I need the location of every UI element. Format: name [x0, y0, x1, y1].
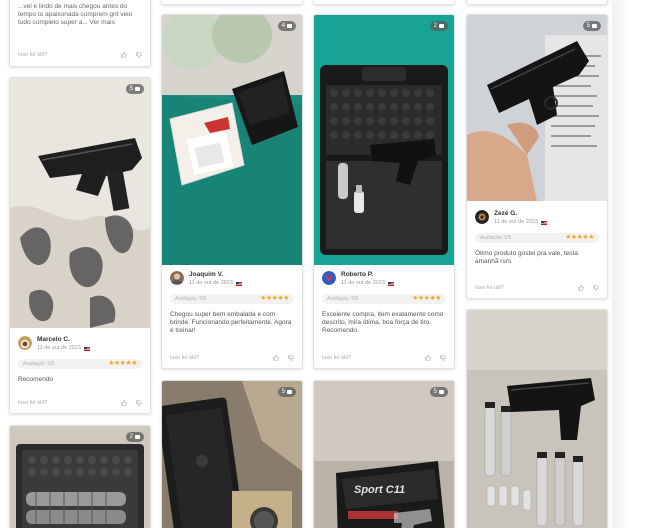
photo-count-badge: 4: [277, 21, 296, 31]
thumbs-down-icon[interactable]: [136, 52, 142, 58]
helpful-question: Isso foi útil?: [475, 285, 505, 291]
reviewer-name: Roberto P.: [341, 271, 374, 278]
review-text: Ótimo produto gostei pra vale, testa ama…: [475, 250, 578, 265]
camera-icon: [135, 435, 140, 439]
reviews-gallery: ...vel e lindo de mais chegou antes do t…: [0, 0, 620, 528]
review-card-2[interactable]: 5 Marcelo C. 11 de out de 2023 Avaliação…: [9, 77, 151, 414]
review-card-partial: [466, 0, 608, 5]
thumbs-up-icon[interactable]: [121, 400, 127, 406]
thumbs-up-icon[interactable]: [121, 52, 127, 58]
review-photo[interactable]: [162, 15, 302, 265]
scroll-edge-shadow: [612, 0, 654, 528]
review-date: 11 de out de 2023: [37, 345, 81, 351]
camera-icon: [439, 390, 444, 394]
review-date: 11 de out de 2023: [341, 280, 385, 286]
thumbs-down-icon[interactable]: [440, 355, 446, 361]
avatar: [475, 210, 489, 224]
flag-icon: [235, 281, 242, 286]
photo-count-badge: 5: [277, 387, 296, 397]
review-card-9[interactable]: [466, 309, 608, 528]
rating-bar: Avaliação: 5/5 ★★★★★: [18, 359, 142, 369]
rating-label: Avaliação: 5/5: [23, 361, 55, 367]
camera-icon: [592, 24, 597, 28]
avatar: [170, 271, 184, 285]
review-date: 11 de out de 2023: [494, 219, 538, 225]
thumbs-up-icon[interactable]: [578, 285, 584, 291]
photo-count-badge: 5: [429, 387, 448, 397]
review-text: Recomendo: [18, 376, 54, 383]
photo-count-badge: 5: [125, 84, 144, 94]
review-card-partial: [313, 0, 455, 5]
thumbs-up-icon[interactable]: [425, 355, 431, 361]
review-card-3[interactable]: 2: [9, 425, 151, 528]
reviewer-name: Marcelo C.: [37, 336, 70, 343]
photo-count-badge: 2: [125, 432, 144, 442]
rating-label: Avaliação: 5/5: [175, 296, 207, 302]
thumbs-down-icon[interactable]: [136, 400, 142, 406]
flag-icon: [387, 281, 394, 286]
flag-icon: [83, 346, 90, 351]
review-date: 11 de out de 2023: [189, 280, 233, 286]
rating-label: Avaliação: 5/5: [480, 235, 512, 241]
helpful-question: Isso foi útil?: [322, 355, 352, 361]
thumbs-down-icon[interactable]: [593, 285, 599, 291]
rating-bar: Avaliação: 5/5 ★★★★★: [170, 294, 294, 304]
helpful-question: Isso foi útil?: [18, 400, 48, 406]
box-brand-text: Sport C11: [354, 484, 405, 496]
review-photo[interactable]: [314, 15, 454, 265]
reviewer-name: Zezé G.: [494, 210, 518, 217]
rating-label: Avaliação: 5/5: [327, 296, 359, 302]
camera-icon: [439, 24, 444, 28]
review-card-8[interactable]: 5 Zezé G. 11 de out de 2023 Avaliação: 5…: [466, 14, 608, 299]
camera-icon: [135, 87, 140, 91]
stars: ★★★★★: [260, 295, 289, 302]
photo-count-badge: 5: [582, 21, 601, 31]
review-card-partial: [161, 0, 303, 5]
helpful-question: Isso foi útil?: [18, 52, 48, 58]
rating-bar: Avaliação: 5/5 ★★★★★: [475, 233, 599, 243]
review-text: Chegou super bem embalada e com brinde. …: [170, 311, 292, 334]
stars: ★★★★★: [565, 234, 594, 241]
review-card-6[interactable]: 2 Roberto P. 11 de out de 2023 Avaliação…: [313, 14, 455, 369]
photo-count-badge: 2: [429, 21, 448, 31]
avatar: [322, 271, 336, 285]
avatar: [18, 336, 32, 350]
stars: ★★★★★: [108, 360, 137, 367]
review-photo[interactable]: [162, 381, 302, 528]
reviewer-name: Joaquim V.: [189, 271, 224, 278]
camera-icon: [287, 24, 292, 28]
review-card-5[interactable]: 5: [161, 380, 303, 528]
review-card-7[interactable]: Sport C11 5: [313, 380, 455, 528]
review-text: Excelente compra, item exatamente como d…: [322, 311, 444, 334]
review-card-1[interactable]: ...vel e lindo de mais chegou antes do t…: [9, 0, 151, 67]
review-text: ...vel e lindo de mais chegou antes do t…: [18, 3, 133, 26]
camera-icon: [287, 390, 292, 394]
thumbs-up-icon[interactable]: [273, 355, 279, 361]
stars: ★★★★★: [412, 295, 441, 302]
review-photo[interactable]: Sport C11: [314, 381, 454, 528]
review-photo[interactable]: [467, 15, 607, 201]
flag-icon: [540, 220, 547, 225]
thumbs-down-icon[interactable]: [288, 355, 294, 361]
review-photo[interactable]: [10, 78, 150, 328]
review-card-4[interactable]: 4 Joaquim V. 11 de out de 2023 Avaliação…: [161, 14, 303, 369]
rating-bar: Avaliação: 5/5 ★★★★★: [322, 294, 446, 304]
helpful-question: Isso foi útil?: [170, 355, 200, 361]
review-photo[interactable]: [467, 310, 607, 528]
